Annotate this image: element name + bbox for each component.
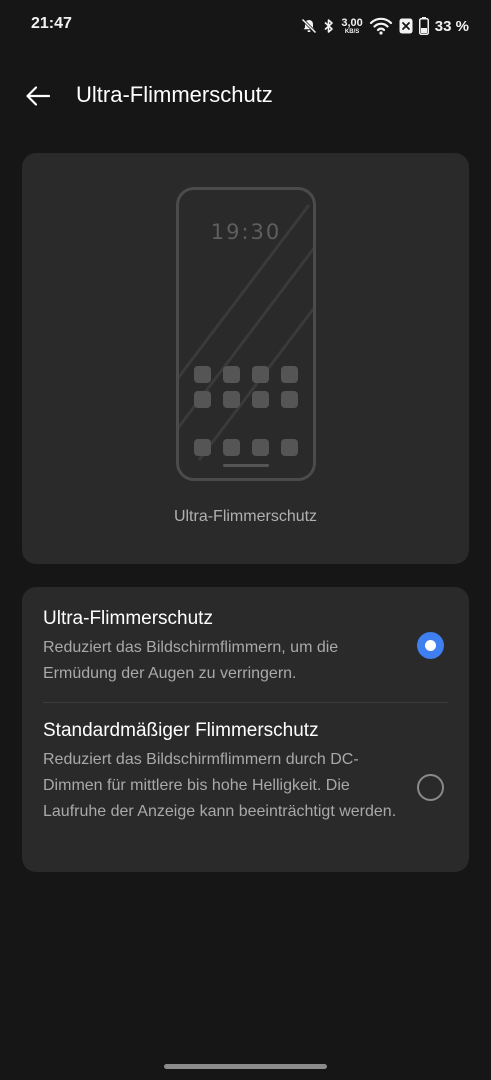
options-card: Ultra-Flimmerschutz Reduziert das Bildsc… bbox=[22, 587, 469, 872]
dock-grid bbox=[194, 439, 298, 456]
bluetooth-icon bbox=[323, 18, 335, 34]
network-speed-value: 3,00 bbox=[341, 16, 363, 29]
gesture-navigation-handle[interactable] bbox=[164, 1064, 327, 1069]
battery-percentage: 33 % bbox=[434, 17, 469, 35]
app-icon bbox=[223, 366, 240, 383]
page-title: Ultra-Flimmerschutz bbox=[76, 82, 273, 107]
option-description: Reduziert das Bildschirmflimmern, um die… bbox=[43, 639, 339, 682]
radio-unselected[interactable] bbox=[417, 774, 444, 801]
phone-frame: 19:30 bbox=[176, 187, 316, 481]
preview-card: 19:30 Ultra-Flimmerschutz bbox=[22, 153, 469, 564]
app-icon bbox=[281, 366, 298, 383]
dock-icon bbox=[252, 439, 269, 456]
status-icons: 3,00 KB/S 33 % bbox=[301, 14, 469, 38]
back-button[interactable] bbox=[18, 76, 58, 116]
wifi-icon bbox=[369, 17, 393, 35]
option-ultra-flicker-protection[interactable]: Ultra-Flimmerschutz Reduziert das Bildsc… bbox=[22, 587, 469, 702]
option-standard-flicker-protection[interactable]: Standardmäßiger Flimmerschutz Reduziert … bbox=[22, 703, 469, 872]
option-description: Reduziert das Bildschirmflimmern durch D… bbox=[43, 751, 397, 820]
dock-icon bbox=[223, 439, 240, 456]
radio-selected[interactable] bbox=[417, 632, 444, 659]
battery-icon bbox=[418, 17, 429, 35]
app-icon bbox=[194, 366, 211, 383]
radio-dot bbox=[425, 640, 436, 651]
arrow-left-icon bbox=[26, 86, 51, 106]
network-speed: 3,00 KB/S bbox=[341, 16, 363, 35]
app-grid bbox=[194, 366, 298, 408]
phone-illustration: 19:30 bbox=[176, 187, 316, 481]
option-title: Standardmäßiger Flimmerschutz bbox=[43, 720, 319, 741]
status-bar: 21:47 3,00 KB/S 33 % bbox=[0, 0, 491, 52]
network-speed-unit: KB/S bbox=[344, 28, 360, 35]
app-icon bbox=[194, 391, 211, 408]
dock-icon bbox=[281, 439, 298, 456]
app-icon bbox=[252, 391, 269, 408]
preview-caption: Ultra-Flimmerschutz bbox=[173, 508, 318, 525]
app-icon bbox=[281, 391, 298, 408]
bell-off-icon bbox=[301, 18, 317, 34]
app-icon bbox=[223, 391, 240, 408]
dock-icon bbox=[194, 439, 211, 456]
phone-clock: 19:30 bbox=[210, 220, 282, 244]
phone-home-indicator bbox=[223, 464, 269, 467]
status-time: 21:47 bbox=[31, 15, 72, 32]
sim-none-icon bbox=[399, 18, 413, 34]
option-title: Ultra-Flimmerschutz bbox=[43, 608, 213, 629]
app-icon bbox=[252, 366, 269, 383]
app-toolbar: Ultra-Flimmerschutz bbox=[0, 68, 491, 124]
